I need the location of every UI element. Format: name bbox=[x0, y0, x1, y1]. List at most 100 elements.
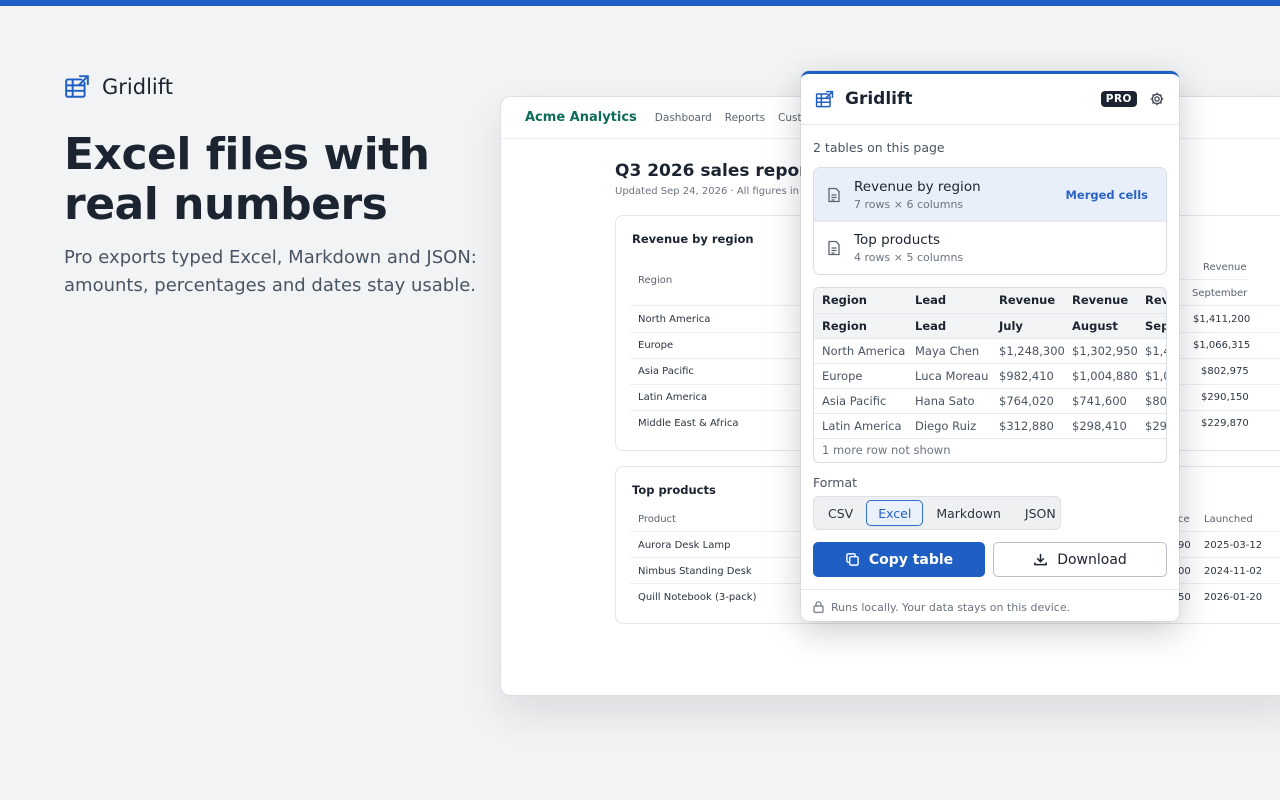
preview-cell: $982,410 bbox=[991, 363, 1064, 389]
preview-cell: $764,020 bbox=[991, 388, 1064, 414]
products-row-price: 50 bbox=[1178, 592, 1191, 603]
preview-header-cell: July bbox=[991, 313, 1064, 339]
format-markdown-button[interactable]: Markdown bbox=[925, 500, 1012, 526]
brand: Gridlift bbox=[64, 74, 173, 100]
table-export-icon bbox=[815, 90, 834, 107]
products-row-launched: 2024-11-02 bbox=[1204, 566, 1263, 577]
hero-subtitle: Pro exports typed Excel, Markdown and JS… bbox=[64, 247, 477, 296]
products-header-launched: Launched bbox=[1204, 514, 1253, 525]
revenue-row-region: North America bbox=[638, 314, 711, 325]
popup-footer: Runs locally. Your data stays on this de… bbox=[801, 589, 1179, 621]
format-label: Format bbox=[813, 475, 858, 490]
preview-cell: $1,4 bbox=[1137, 338, 1166, 364]
format-json-button[interactable]: JSON bbox=[1014, 500, 1067, 526]
preview-row: Asia Pacific Hana Sato $764,020 $741,600… bbox=[814, 388, 1166, 414]
table-option-top-products[interactable]: Top products 4 rows × 5 columns bbox=[814, 221, 1166, 274]
pro-badge: PRO bbox=[1100, 91, 1137, 107]
products-header-price: ce bbox=[1178, 514, 1190, 525]
format-csv-button[interactable]: CSV bbox=[817, 500, 864, 526]
products-row-launched: 2025-03-12 bbox=[1204, 540, 1263, 551]
format-excel-button[interactable]: Excel bbox=[866, 500, 924, 526]
preview-more-rows: 1 more row not shown bbox=[822, 443, 951, 457]
document-table-icon bbox=[826, 240, 842, 256]
preview-header-cell: Revenue bbox=[991, 288, 1064, 314]
popup-header: Gridlift PRO bbox=[801, 74, 1179, 125]
table-option-name: Top products bbox=[854, 232, 941, 248]
revenue-row-value: $1,066,315 bbox=[1193, 340, 1251, 351]
top-accent-bar bbox=[0, 0, 1280, 6]
copy-table-label: Copy table bbox=[868, 551, 954, 568]
preview-cell: $1,004,880 bbox=[1064, 363, 1137, 389]
preview-header-cell: August bbox=[1064, 313, 1137, 339]
site-nav-reports[interactable]: Reports bbox=[725, 112, 765, 124]
brand-name: Gridlift bbox=[102, 75, 173, 99]
products-row-price: 90 bbox=[1178, 540, 1191, 551]
products-card-title: Top products bbox=[632, 483, 716, 497]
preview-cell: $298,410 bbox=[1064, 413, 1137, 439]
table-option-dims: 4 rows × 5 columns bbox=[854, 251, 964, 264]
table-option-dims: 7 rows × 6 columns bbox=[854, 197, 964, 211]
preview-cell: Latin America bbox=[814, 413, 907, 439]
products-row-name: Quill Notebook (3-pack) bbox=[638, 592, 757, 603]
lock-icon bbox=[813, 601, 824, 613]
table-option-name: Revenue by region bbox=[854, 178, 981, 195]
preview-header-row: Region Lead July August Sept bbox=[814, 313, 1166, 339]
revenue-header-september: September bbox=[1192, 288, 1248, 299]
popup-title: Gridlift bbox=[845, 89, 913, 109]
products-row-price: 00 bbox=[1178, 566, 1191, 577]
preview-cell: Asia Pacific bbox=[814, 388, 907, 414]
preview-cell: $1,248,300 bbox=[991, 338, 1064, 364]
preview-header-cell: Lead bbox=[907, 288, 991, 314]
table-option-revenue-by-region[interactable]: Revenue by region 7 rows × 6 columns Mer… bbox=[814, 168, 1166, 221]
revenue-row-value: $290,150 bbox=[1201, 392, 1249, 403]
revenue-row-region: Latin America bbox=[638, 392, 708, 403]
preview-header-cell: Region bbox=[814, 288, 907, 314]
download-button[interactable]: Download bbox=[993, 542, 1167, 577]
products-row-launched: 2026-01-20 bbox=[1204, 592, 1263, 603]
document-table-icon bbox=[826, 187, 842, 203]
preview-header-cell: Region bbox=[814, 313, 907, 339]
table-preview[interactable]: Region Lead Revenue Revenue Reve Region … bbox=[813, 287, 1167, 463]
table-list: Revenue by region 7 rows × 6 columns Mer… bbox=[813, 167, 1167, 275]
site-page-meta: Updated Sep 24, 2026 · All figures in US… bbox=[615, 186, 824, 197]
download-icon bbox=[1034, 553, 1048, 566]
download-label: Download bbox=[1057, 551, 1127, 568]
site-page-title: Q3 2026 sales report bbox=[615, 161, 816, 181]
preview-cell: Luca Moreau bbox=[907, 363, 991, 389]
revenue-row-value: $1,411,200 bbox=[1193, 314, 1251, 325]
preview-cell: Maya Chen bbox=[907, 338, 991, 364]
preview-cell: $741,600 bbox=[1064, 388, 1137, 414]
preview-header-cell: Reve bbox=[1137, 288, 1166, 314]
revenue-card-title: Revenue by region bbox=[632, 232, 754, 246]
preview-cell: $290 bbox=[1137, 413, 1166, 439]
format-selector: CSV Excel Markdown JSON bbox=[813, 496, 1061, 530]
revenue-row-region: Europe bbox=[638, 340, 674, 351]
revenue-row-value: $802,975 bbox=[1201, 366, 1249, 377]
preview-cell: Europe bbox=[814, 363, 907, 389]
preview-cell: North America bbox=[814, 338, 907, 364]
products-row-name: Aurora Desk Lamp bbox=[638, 540, 731, 551]
preview-header-cell: Revenue bbox=[1064, 288, 1137, 314]
products-header-product: Product bbox=[638, 514, 676, 525]
privacy-note: Runs locally. Your data stays on this de… bbox=[831, 600, 1071, 614]
copy-icon bbox=[845, 553, 859, 566]
tables-count: 2 tables on this page bbox=[813, 140, 945, 155]
revenue-header-revenue: Revenue bbox=[1203, 262, 1247, 273]
preview-cell: $1,302,950 bbox=[1064, 338, 1137, 364]
revenue-row-value: $229,870 bbox=[1201, 418, 1249, 429]
copy-table-button[interactable]: Copy table bbox=[813, 542, 985, 577]
revenue-row-region: Middle East & Africa bbox=[638, 418, 739, 429]
preview-cell: $312,880 bbox=[991, 413, 1064, 439]
extension-popup: Gridlift PRO 2 tables on this page Reven… bbox=[801, 71, 1179, 621]
table-export-icon bbox=[65, 75, 89, 98]
hero-title: Excel files with real numbers bbox=[64, 129, 430, 230]
site-nav-dashboard[interactable]: Dashboard bbox=[655, 112, 712, 124]
revenue-header-region: Region bbox=[638, 275, 673, 286]
preview-row: Europe Luca Moreau $982,410 $1,004,880 $… bbox=[814, 363, 1166, 389]
preview-header-row: Region Lead Revenue Revenue Reve bbox=[814, 288, 1166, 314]
site-logo[interactable]: Acme Analytics bbox=[525, 110, 637, 125]
gear-icon[interactable] bbox=[1149, 91, 1165, 107]
preview-cell: Diego Ruiz bbox=[907, 413, 991, 439]
preview-row: Latin America Diego Ruiz $312,880 $298,4… bbox=[814, 413, 1166, 439]
products-row-name: Nimbus Standing Desk bbox=[638, 566, 752, 577]
